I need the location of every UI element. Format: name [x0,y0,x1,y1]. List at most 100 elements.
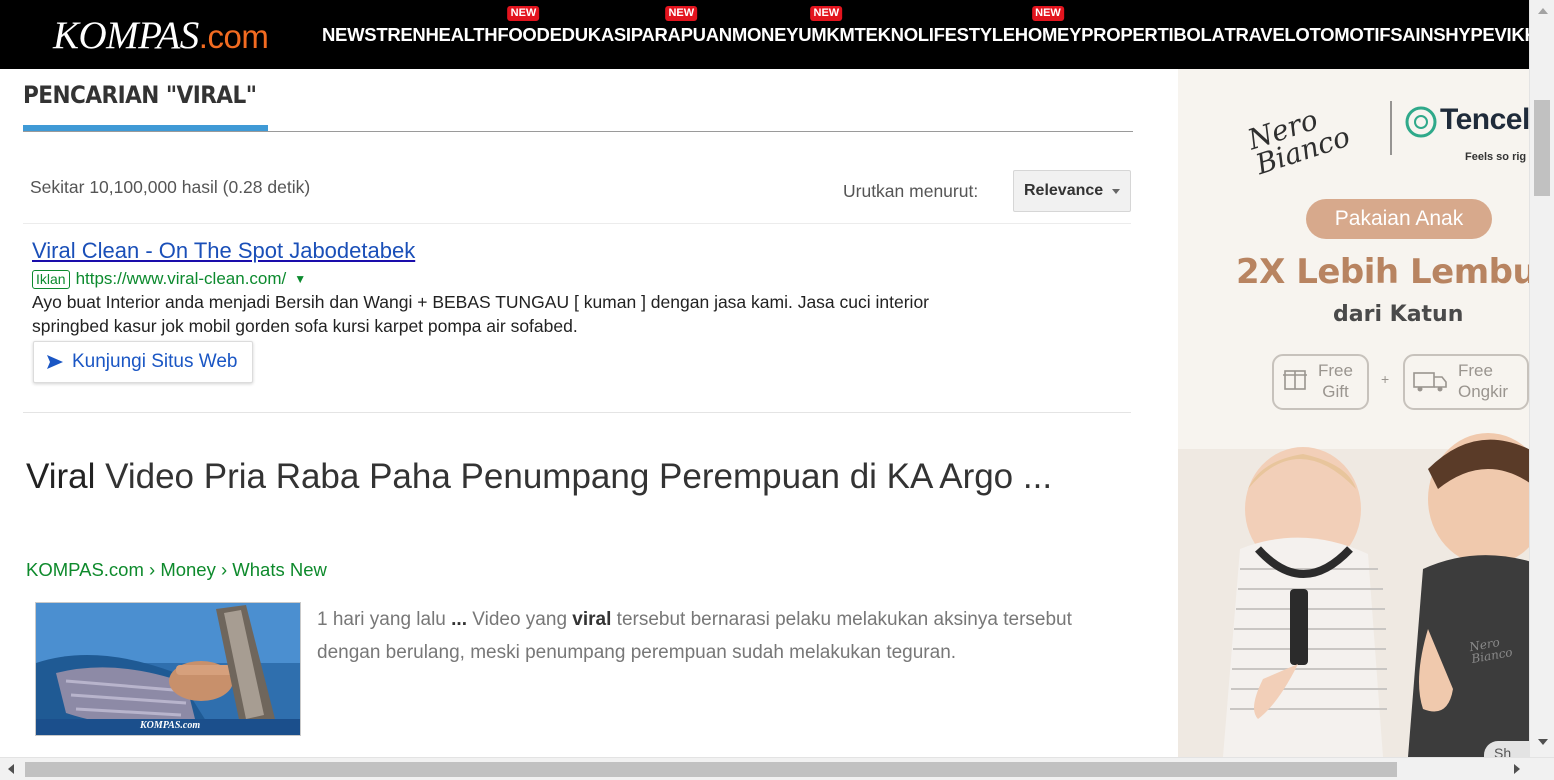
thumbnail-logo: KOMPAS.com [140,720,201,731]
nav-item-label: TREN [376,24,426,45]
nav-item-umkm[interactable]: UMKM NEW [798,6,855,46]
nav-item-label: SAINS [1390,24,1446,45]
promo-headline: 2X Lebih Lembu [1236,252,1529,292]
snippet-pre: Video yang [467,609,573,630]
result-thumbnail[interactable]: KOMPAS.com [35,602,301,736]
nav-item-vik[interactable]: VIK [1494,24,1524,46]
nav-item-homey[interactable]: HOMEY NEW [1014,6,1082,46]
result-snippet: 1 hari yang lalu ... Video yang viral te… [317,603,1117,669]
nav-item-label: NEWS [322,24,377,45]
page-title: PENCARIAN "VIRAL" [23,81,257,109]
result-title-keyword: Viral [26,457,96,496]
new-badge: NEW [507,6,540,21]
nav-item-label: VIK [1494,24,1525,45]
nav-item-tren[interactable]: TREN [376,24,425,46]
perk1-line2: Gift [1322,382,1349,401]
nav-item-label: OTOMOTIF [1295,24,1391,45]
scroll-up-icon[interactable] [1538,8,1548,14]
snippet-ellipsis: ... [451,609,467,630]
caret-down-icon[interactable]: ▼ [294,272,306,286]
snippet-time: 1 hari yang lalu [317,609,452,630]
ad-description: Ayo buat Interior anda menjadi Bersih da… [32,292,930,336]
nav-menu: NEWS TREN HEALTH FOOD NEW EDUKASI PARAPUAN NEW M… [322,6,1529,46]
nav-item-money[interactable]: MONEY [731,24,799,46]
free-ongkir-label: Free Ongkir [1458,360,1508,402]
nav-item-parapuan[interactable]: PARAPUAN NEW [630,6,732,46]
nav-item-label: LIFESTYLE [917,24,1015,45]
nav-item-tekno[interactable]: TEKNO [854,24,919,46]
thumbnail-image [36,603,300,735]
nav-item-lifestyle[interactable]: LIFESTYLE [918,24,1015,46]
search-results-main: PENCARIAN "VIRAL" Sekitar 10,100,000 has… [0,69,1160,757]
new-badge: NEW [1032,6,1064,21]
shop-button-partial[interactable]: Sh [1484,741,1529,757]
free-gift-label: Free Gift [1318,360,1353,402]
truck-icon [1404,355,1405,356]
scroll-right-icon[interactable] [1514,764,1520,774]
sort-dropdown[interactable]: Relevance [1013,170,1131,212]
chevron-down-icon [1112,189,1120,194]
nav-item-label: HYPE [1445,24,1495,45]
new-badge: NEW [665,6,698,21]
nav-item-label: EDUKASI [549,24,631,45]
horizontal-scrollbar[interactable] [0,757,1554,780]
side-banner-ad[interactable]: Nero Bianco Tencel Feels so rig Pakaian … [1178,69,1529,757]
sort-label: Urutkan menurut: [843,181,979,201]
new-badge: NEW [810,6,843,21]
nav-item-label: PARAPUAN [630,24,732,45]
perk2-line2: Ongkir [1458,382,1509,401]
title-accent-bar [23,125,268,131]
nav-item-label: FOOD [497,24,550,45]
gift-icon [1273,355,1274,356]
nav-item-label: HEALTH [425,24,498,45]
tencel-tagline: Feels so rig [1465,151,1527,163]
visit-site-button[interactable]: Kunjungi Situs Web [33,341,253,383]
nav-item-label: BOLA [1173,24,1225,45]
vertical-scroll-thumb[interactable] [1534,100,1550,196]
nav-item-label: MONEY [731,24,799,45]
nav-item-properti[interactable]: PROPERTI [1081,24,1173,46]
divider [23,412,1131,413]
logo-main: KOMPAS [53,14,199,57]
tencel-logo: Tencel [1440,103,1529,136]
result-breadcrumb[interactable]: KOMPAS.com › Money › Whats New [26,559,327,581]
scroll-left-icon[interactable] [8,764,14,774]
horizontal-scroll-thumb[interactable] [25,762,1397,777]
result-title-text: Video Pria Raba Paha Penumpang Perempuan… [95,457,1053,496]
promo-pill: Pakaian Anak [1334,207,1464,230]
ad-title-link[interactable]: Viral Clean - On The Spot Jabodetabek [32,238,415,264]
kompas-logo[interactable]: KOMPAS .com [53,13,269,57]
vertical-scrollbar[interactable] [1529,0,1554,757]
nav-item-label: UMKM [798,24,855,45]
title-divider [23,131,1133,132]
nav-item-travel[interactable]: TRAVEL [1225,24,1296,46]
snippet-keyword: viral [572,609,612,630]
plus-sign: + [1381,371,1390,387]
result-count: Sekitar 10,100,000 hasil (0.28 detik) [30,177,311,197]
nav-item-label: TEKNO [854,24,919,45]
nav-item-edukasi[interactable]: EDUKASI [550,24,631,46]
nav-item-otomotif[interactable]: OTOMOTIF [1295,24,1390,46]
result-title-link[interactable]: Viral Video Pria Raba Paha Penumpang Per… [26,449,1116,505]
visit-site-label: Kunjungi Situs Web [72,351,238,372]
scroll-down-icon[interactable] [1538,739,1548,745]
nav-item-health[interactable]: HEALTH [425,24,497,46]
nav-item-label: PROPERTI [1081,24,1174,45]
nav-item-sains[interactable]: SAINS [1390,24,1445,46]
top-nav-bar: KOMPAS .com NEWS TREN HEALTH FOOD NEW EDUKASI P… [0,0,1529,69]
promo-subhead: dari Katun [1333,302,1464,327]
arrow-right-icon [47,355,63,369]
nav-item-label: HOMEY [1014,24,1082,45]
nav-item-label: TRAVEL [1224,24,1296,45]
divider [23,223,1131,224]
perk1-line1: Free [1318,361,1353,380]
perk2-line1: Free [1458,361,1493,380]
nav-item-bola[interactable]: BOLA [1173,24,1225,46]
sort-value: Relevance [1024,182,1104,199]
ad-badge: Iklan [32,269,70,289]
nav-item-food[interactable]: FOOD NEW [497,6,550,46]
nav-item-hype[interactable]: HYPE [1445,24,1494,46]
ad-url-row: Iklan https://www.viral-clean.com/ ▼ [32,269,306,289]
nav-item-news[interactable]: NEWS [322,24,377,46]
ad-url[interactable]: https://www.viral-clean.com/ [76,269,287,289]
